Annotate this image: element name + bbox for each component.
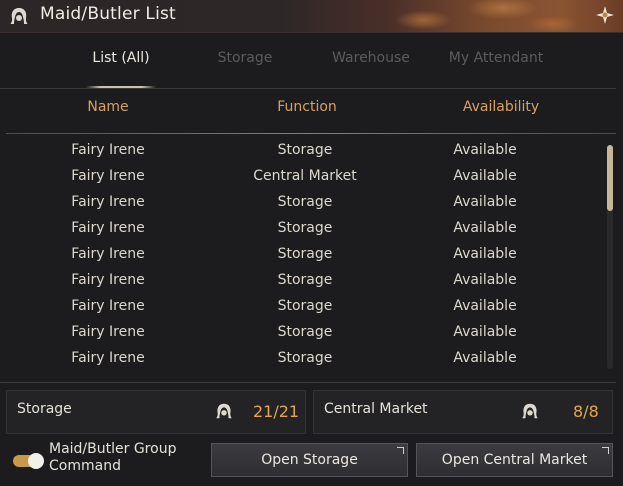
row-name: Fairy Irene — [71, 324, 145, 340]
row-name: Fairy Irene — [71, 350, 145, 366]
tab-bar: List (All) Storage Warehouse My Attendan… — [0, 34, 623, 88]
table-row[interactable]: Fairy Irene Storage Available — [0, 138, 600, 164]
tab-my-attendant[interactable]: My Attendant — [445, 50, 547, 70]
maid-head-icon — [214, 401, 234, 421]
tab-storage[interactable]: Storage — [210, 50, 280, 70]
central-market-counter-label: Central Market — [324, 401, 428, 417]
row-function: Storage — [277, 220, 333, 236]
row-function: Storage — [277, 142, 333, 158]
row-availability: Available — [453, 168, 517, 184]
row-name: Fairy Irene — [71, 194, 145, 210]
table-row[interactable]: Fairy Irene Storage Available — [0, 216, 600, 242]
row-availability: Available — [453, 194, 517, 210]
row-availability: Available — [453, 350, 517, 366]
central-market-counter: Central Market 8/8 — [313, 390, 613, 434]
row-availability: Available — [453, 298, 517, 314]
row-function: Storage — [277, 246, 333, 262]
row-name: Fairy Irene — [71, 142, 145, 158]
row-function: Central Market — [253, 168, 357, 184]
list-divider — [0, 382, 616, 383]
group-command-label: Maid/Butler Group Command — [49, 441, 176, 475]
row-availability: Available — [453, 220, 517, 236]
tab-list-all[interactable]: List (All) — [86, 50, 156, 70]
row-name: Fairy Irene — [71, 220, 145, 236]
storage-counter: Storage 21/21 — [6, 390, 306, 434]
maid-butler-window: Maid/Butler List List (All) Storage Ware… — [0, 0, 623, 486]
table-row[interactable]: Fairy Irene Storage Available — [0, 268, 600, 294]
window-title: Maid/Butler List — [40, 4, 176, 24]
row-availability: Available — [453, 246, 517, 262]
table-row[interactable]: Fairy Irene Storage Available — [0, 242, 600, 268]
column-header-availability[interactable]: Availability — [440, 99, 562, 115]
row-function: Storage — [277, 324, 333, 340]
row-function: Storage — [277, 298, 333, 314]
tab-divider — [0, 88, 616, 89]
row-name: Fairy Irene — [71, 246, 145, 262]
title-decoration — [363, 0, 583, 32]
column-header-function[interactable]: Function — [240, 99, 374, 115]
table-header: Name Function Availability — [0, 90, 616, 134]
table-row[interactable]: Fairy Irene Storage Available — [0, 190, 600, 216]
attendant-list: Fairy Irene Storage Available Fairy Iren… — [0, 138, 616, 374]
row-name: Fairy Irene — [71, 272, 145, 288]
title-bar[interactable]: Maid/Butler List — [0, 0, 623, 33]
group-command-toggle[interactable] — [13, 453, 44, 469]
row-function: Storage — [277, 350, 333, 366]
expand-corner-icon — [602, 447, 609, 454]
row-availability: Available — [453, 324, 517, 340]
central-market-counter-value: 8/8 — [573, 402, 599, 421]
open-central-market-label: Open Central Market — [441, 452, 588, 468]
table-row[interactable]: Fairy Irene Central Market Available — [0, 164, 600, 190]
column-header-name[interactable]: Name — [48, 99, 168, 115]
open-central-market-button[interactable]: Open Central Market — [416, 443, 613, 477]
toggle-knob — [28, 453, 44, 469]
storage-counter-label: Storage — [17, 401, 72, 417]
row-availability: Available — [453, 142, 517, 158]
open-storage-button[interactable]: Open Storage — [211, 443, 408, 477]
row-function: Storage — [277, 272, 333, 288]
row-name: Fairy Irene — [71, 168, 145, 184]
group-command-label-line1: Maid/Butler Group — [49, 441, 177, 457]
table-row[interactable]: Fairy Irene Storage Available — [0, 320, 600, 346]
expand-corner-icon — [397, 447, 404, 454]
row-name: Fairy Irene — [71, 298, 145, 314]
tab-warehouse[interactable]: Warehouse — [330, 50, 412, 70]
row-availability: Available — [453, 272, 517, 288]
storage-counter-value: 21/21 — [253, 402, 300, 421]
ornament-flower-icon[interactable] — [593, 3, 617, 27]
header-divider — [6, 133, 616, 134]
scrollbar-thumb[interactable] — [607, 145, 613, 211]
row-function: Storage — [277, 194, 333, 210]
table-row[interactable]: Fairy Irene Storage Available — [0, 294, 600, 320]
table-row[interactable]: Fairy Irene Storage Available — [0, 346, 600, 372]
maid-head-icon — [8, 5, 30, 27]
maid-head-icon — [520, 401, 540, 421]
group-command-label-line2: Command — [49, 458, 121, 474]
open-storage-label: Open Storage — [261, 452, 358, 468]
